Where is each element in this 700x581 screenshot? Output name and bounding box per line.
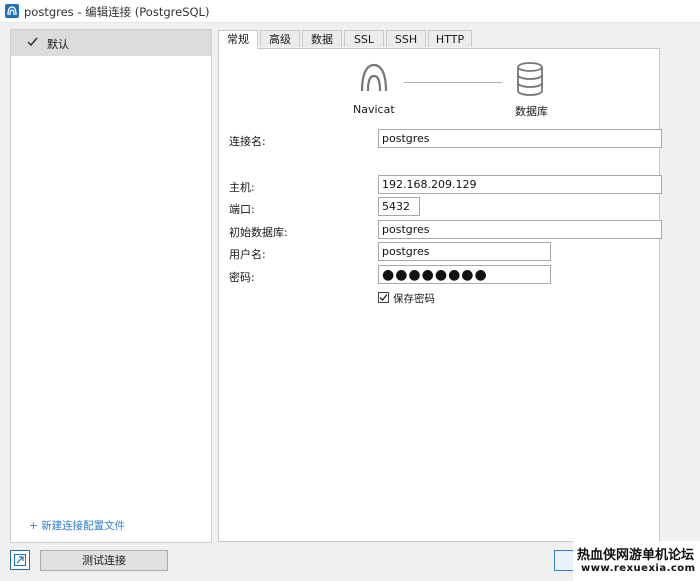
username-label: 用户名: [229,248,266,261]
title-bar: postgres - 编辑连接 (PostgreSQL) [0,0,700,23]
tab-advanced[interactable]: 高级 [260,30,300,47]
password-label: 密码: [229,271,255,284]
password-input[interactable] [378,265,551,284]
connection-name-label: 连接名: [229,135,266,148]
site-watermark: 热血侠网游单机论坛 www.rexuexia.com [573,541,700,581]
initial-database-label: 初始数据库: [229,226,288,239]
tab-general[interactable]: 常规 [218,30,258,49]
tab-ssh[interactable]: SSH [386,30,426,47]
profile-item-default[interactable]: 默认 [11,30,211,56]
tab-database[interactable]: 数据库 [302,30,342,63]
general-tab-content: Navicat 数据库 连接名: 主机: 端口: 初始数据库: 用户名: 密码:… [218,48,662,542]
database-icon [515,61,545,100]
port-input[interactable] [378,197,420,216]
profile-label: 默认 [47,38,69,51]
tab-ssl[interactable]: SSL [344,30,384,47]
tab-http[interactable]: HTTP [428,30,472,47]
connection-graphic: Navicat 数据库 [349,57,569,127]
navicat-caption: Navicat [353,103,395,116]
connection-name-input[interactable] [378,129,662,148]
connector-line [404,82,502,83]
navicat-logo-icon [357,61,391,98]
new-profile-link[interactable]: + 新建连接配置文件 [29,518,125,533]
save-password-checkbox[interactable] [378,292,389,303]
watermark-url: www.rexuexia.com [581,563,696,574]
save-password-label: 保存密码 [393,293,435,305]
port-label: 端口: [229,203,255,216]
database-caption: 数据库 [515,105,548,118]
check-icon [27,37,38,50]
window-title: postgres - 编辑连接 (PostgreSQL) [24,5,210,19]
username-input[interactable] [378,242,551,261]
host-input[interactable] [378,175,662,194]
test-connection-button[interactable]: 测试连接 [40,550,168,571]
initial-database-input[interactable] [378,220,662,239]
profile-list: 默认 + 新建连接配置文件 [10,29,212,543]
share-icon-button[interactable] [10,550,30,570]
watermark-title: 热血侠网游单机论坛 [577,548,695,563]
app-icon [5,4,19,18]
host-label: 主机: [229,181,255,194]
